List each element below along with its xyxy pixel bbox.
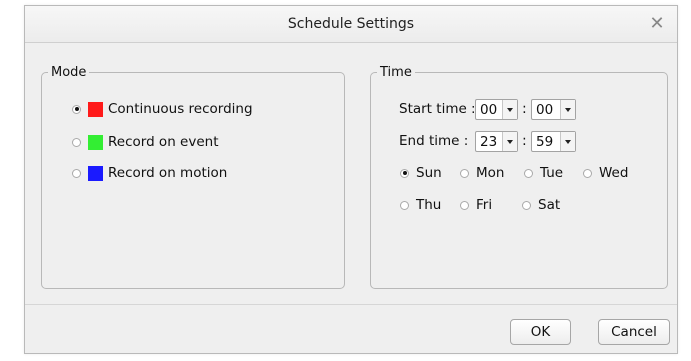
mode-option-motion[interactable]: Record on motion — [72, 165, 227, 181]
start-hour-value: 00 — [480, 101, 498, 118]
start-hour-select[interactable]: 00 — [475, 99, 518, 120]
radio-record-on-event[interactable] — [72, 137, 81, 147]
day-option-thu[interactable]: Thu — [400, 197, 441, 213]
day-option-sat[interactable]: Sat — [522, 197, 560, 213]
time-legend: Time — [380, 65, 412, 80]
radio-sun[interactable] — [400, 168, 409, 178]
chevron-down-icon — [502, 132, 517, 151]
radio-mon[interactable] — [460, 168, 469, 178]
day-option-mon[interactable]: Mon — [460, 165, 504, 181]
mode-option-label: Record on event — [108, 134, 219, 150]
radio-sat[interactable] — [522, 200, 531, 210]
day-label: Tue — [540, 165, 564, 181]
mode-option-label: Continuous recording — [108, 101, 253, 117]
chevron-down-icon — [502, 100, 517, 119]
close-icon[interactable]: ✕ — [647, 14, 667, 34]
day-label: Sun — [416, 165, 442, 181]
end-time-label: End time : — [399, 133, 469, 149]
cancel-button[interactable]: Cancel — [598, 319, 670, 345]
green-color-swatch — [88, 134, 103, 150]
mode-option-event[interactable]: Record on event — [72, 134, 219, 150]
start-minute-select[interactable]: 00 — [531, 99, 576, 120]
radio-fri[interactable] — [460, 200, 469, 210]
end-minute-select[interactable]: 59 — [531, 131, 576, 152]
radio-continuous-recording[interactable] — [72, 104, 81, 114]
start-time-label: Start time : — [399, 101, 476, 117]
day-option-tue[interactable]: Tue — [524, 165, 563, 181]
chevron-down-icon — [560, 132, 575, 151]
day-label: Thu — [416, 197, 442, 213]
schedule-settings-dialog: Schedule Settings ✕ Mode Continuous reco… — [24, 5, 678, 354]
time-colon: : — [522, 133, 527, 149]
start-minute-value: 00 — [536, 101, 554, 118]
ok-button[interactable]: OK — [510, 319, 571, 345]
day-option-sun[interactable]: Sun — [400, 165, 442, 181]
day-label: Mon — [476, 165, 505, 181]
time-colon: : — [522, 101, 527, 117]
radio-wed[interactable] — [583, 168, 592, 178]
day-label: Fri — [476, 197, 493, 213]
end-hour-select[interactable]: 23 — [475, 131, 518, 152]
day-label: Wed — [599, 165, 629, 181]
mode-option-label: Record on motion — [108, 165, 228, 181]
day-option-wed[interactable]: Wed — [583, 165, 628, 181]
end-hour-value: 23 — [480, 133, 498, 150]
radio-record-on-motion[interactable] — [72, 168, 81, 178]
dialog-titlebar: Schedule Settings ✕ — [25, 6, 677, 43]
day-label: Sat — [538, 197, 561, 213]
chevron-down-icon — [560, 100, 575, 119]
mode-legend: Mode — [51, 65, 87, 80]
end-minute-value: 59 — [536, 133, 554, 150]
mode-option-continuous[interactable]: Continuous recording — [72, 101, 253, 117]
dialog-title: Schedule Settings — [287, 16, 415, 32]
red-color-swatch — [88, 101, 103, 117]
radio-tue[interactable] — [524, 168, 533, 178]
day-option-fri[interactable]: Fri — [460, 197, 492, 213]
footer-divider — [25, 304, 677, 305]
radio-thu[interactable] — [400, 200, 409, 210]
blue-color-swatch — [88, 165, 103, 181]
